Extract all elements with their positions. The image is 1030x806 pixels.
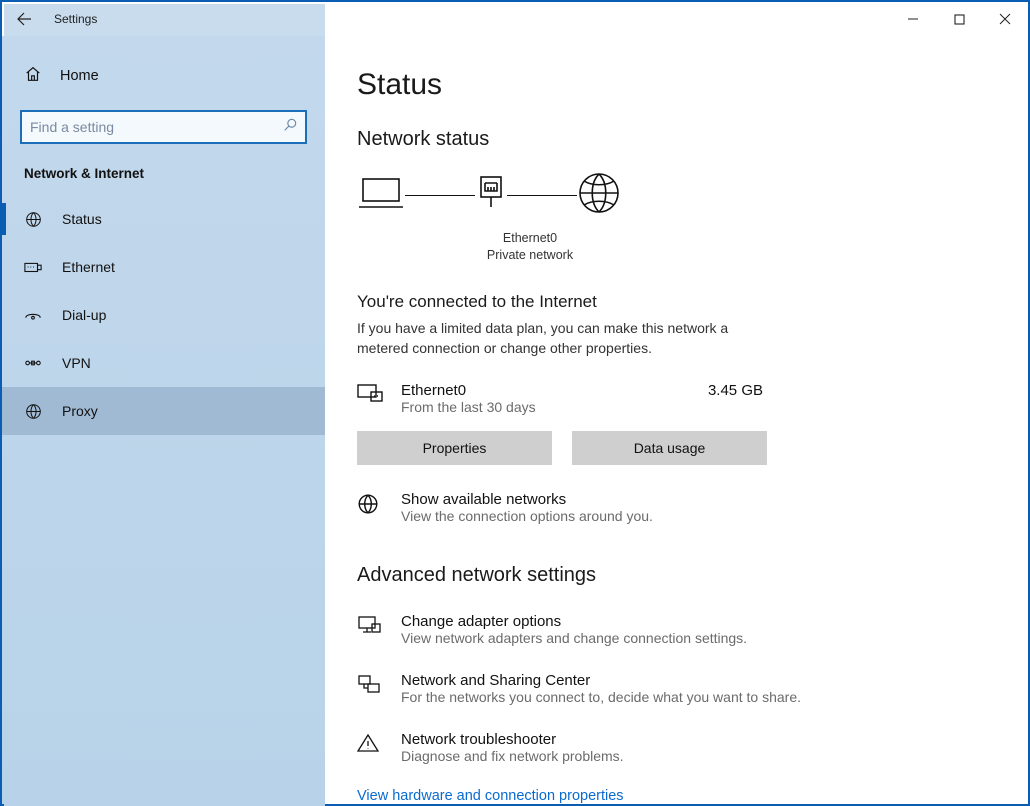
data-usage-button[interactable]: Data usage — [572, 431, 767, 465]
home-nav[interactable]: Home — [2, 54, 325, 98]
connection-name: Ethernet0 — [401, 382, 690, 399]
available-sub: View the connection options around you. — [401, 508, 653, 524]
close-icon — [999, 13, 1011, 25]
adv-title: Change adapter options — [401, 613, 747, 630]
sidebar-section-header: Network & Internet — [2, 166, 325, 195]
computer-icon — [357, 173, 405, 218]
dialup-icon — [24, 308, 42, 322]
back-button[interactable] — [2, 2, 46, 36]
hardware-properties-link[interactable]: View hardware and connection properties — [357, 788, 988, 804]
vpn-icon — [24, 356, 42, 370]
globe-icon — [357, 491, 383, 524]
sharing-icon — [357, 672, 383, 705]
maximize-button[interactable] — [936, 2, 982, 36]
network-diagram — [357, 171, 988, 220]
network-sharing-center[interactable]: Network and Sharing Center For the netwo… — [357, 672, 988, 705]
section-network-status: Network status — [357, 128, 988, 151]
maximize-icon — [954, 14, 965, 25]
change-adapter-options[interactable]: Change adapter options View network adap… — [357, 613, 988, 646]
page-title: Status — [357, 68, 988, 102]
sidebar-item-status[interactable]: Status — [2, 195, 325, 243]
internet-globe-icon — [577, 171, 621, 220]
window-title: Settings — [54, 12, 97, 26]
ethernet-icon — [24, 260, 42, 274]
adapter-icon — [357, 613, 383, 646]
sidebar-item-vpn[interactable]: VPN — [2, 339, 325, 387]
proxy-icon — [24, 403, 42, 420]
diagram-network-type: Private network — [475, 247, 585, 264]
diagram-line — [507, 195, 577, 197]
connection-buttons: Properties Data usage — [357, 431, 988, 465]
search-container — [20, 110, 307, 144]
connected-description: If you have a limited data plan, you can… — [357, 318, 777, 359]
connection-subtitle: From the last 30 days — [401, 399, 690, 415]
sidebar-item-label: Status — [62, 211, 102, 227]
adapter-icon — [475, 173, 507, 218]
adv-sub: For the networks you connect to, decide … — [401, 689, 801, 705]
warning-icon — [357, 731, 383, 764]
connection-row: Ethernet0 From the last 30 days 3.45 GB — [357, 382, 767, 415]
diagram-line — [405, 195, 475, 197]
connection-usage: 3.45 GB — [708, 382, 767, 399]
titlebar: Settings — [2, 2, 1028, 36]
connected-heading: You're connected to the Internet — [357, 292, 988, 312]
network-troubleshooter[interactable]: Network troubleshooter Diagnose and fix … — [357, 731, 988, 764]
sidebar-item-label: VPN — [62, 355, 91, 371]
section-advanced: Advanced network settings — [357, 564, 988, 587]
close-button[interactable] — [982, 2, 1028, 36]
sidebar-item-ethernet[interactable]: Ethernet — [2, 243, 325, 291]
home-icon — [24, 65, 42, 87]
minimize-button[interactable] — [890, 2, 936, 36]
main-content: Status Network status — [325, 36, 1028, 804]
available-title: Show available networks — [401, 491, 653, 508]
sidebar-item-label: Ethernet — [62, 259, 115, 275]
adv-sub: View network adapters and change connect… — [401, 630, 747, 646]
sidebar-item-label: Proxy — [62, 403, 98, 419]
adv-title: Network and Sharing Center — [401, 672, 801, 689]
settings-window: Settings Home — [0, 0, 1030, 806]
diagram-adapter-name: Ethernet0 — [475, 230, 585, 247]
globe-icon — [24, 211, 42, 228]
sidebar-item-label: Dial-up — [62, 307, 106, 323]
adv-title: Network troubleshooter — [401, 731, 624, 748]
properties-button[interactable]: Properties — [357, 431, 552, 465]
home-label: Home — [60, 68, 99, 84]
minimize-icon — [907, 13, 919, 25]
adv-sub: Diagnose and fix network problems. — [401, 748, 624, 764]
search-input[interactable] — [20, 110, 307, 144]
sidebar: Home Network & Internet Status — [2, 36, 325, 804]
sidebar-item-dialup[interactable]: Dial-up — [2, 291, 325, 339]
window-controls — [890, 2, 1028, 36]
diagram-labels: Ethernet0 Private network — [475, 230, 585, 264]
show-available-networks[interactable]: Show available networks View the connect… — [357, 491, 988, 524]
arrow-left-icon — [16, 11, 32, 27]
ethernet-card-icon — [357, 382, 383, 409]
sidebar-item-proxy[interactable]: Proxy — [2, 387, 325, 435]
